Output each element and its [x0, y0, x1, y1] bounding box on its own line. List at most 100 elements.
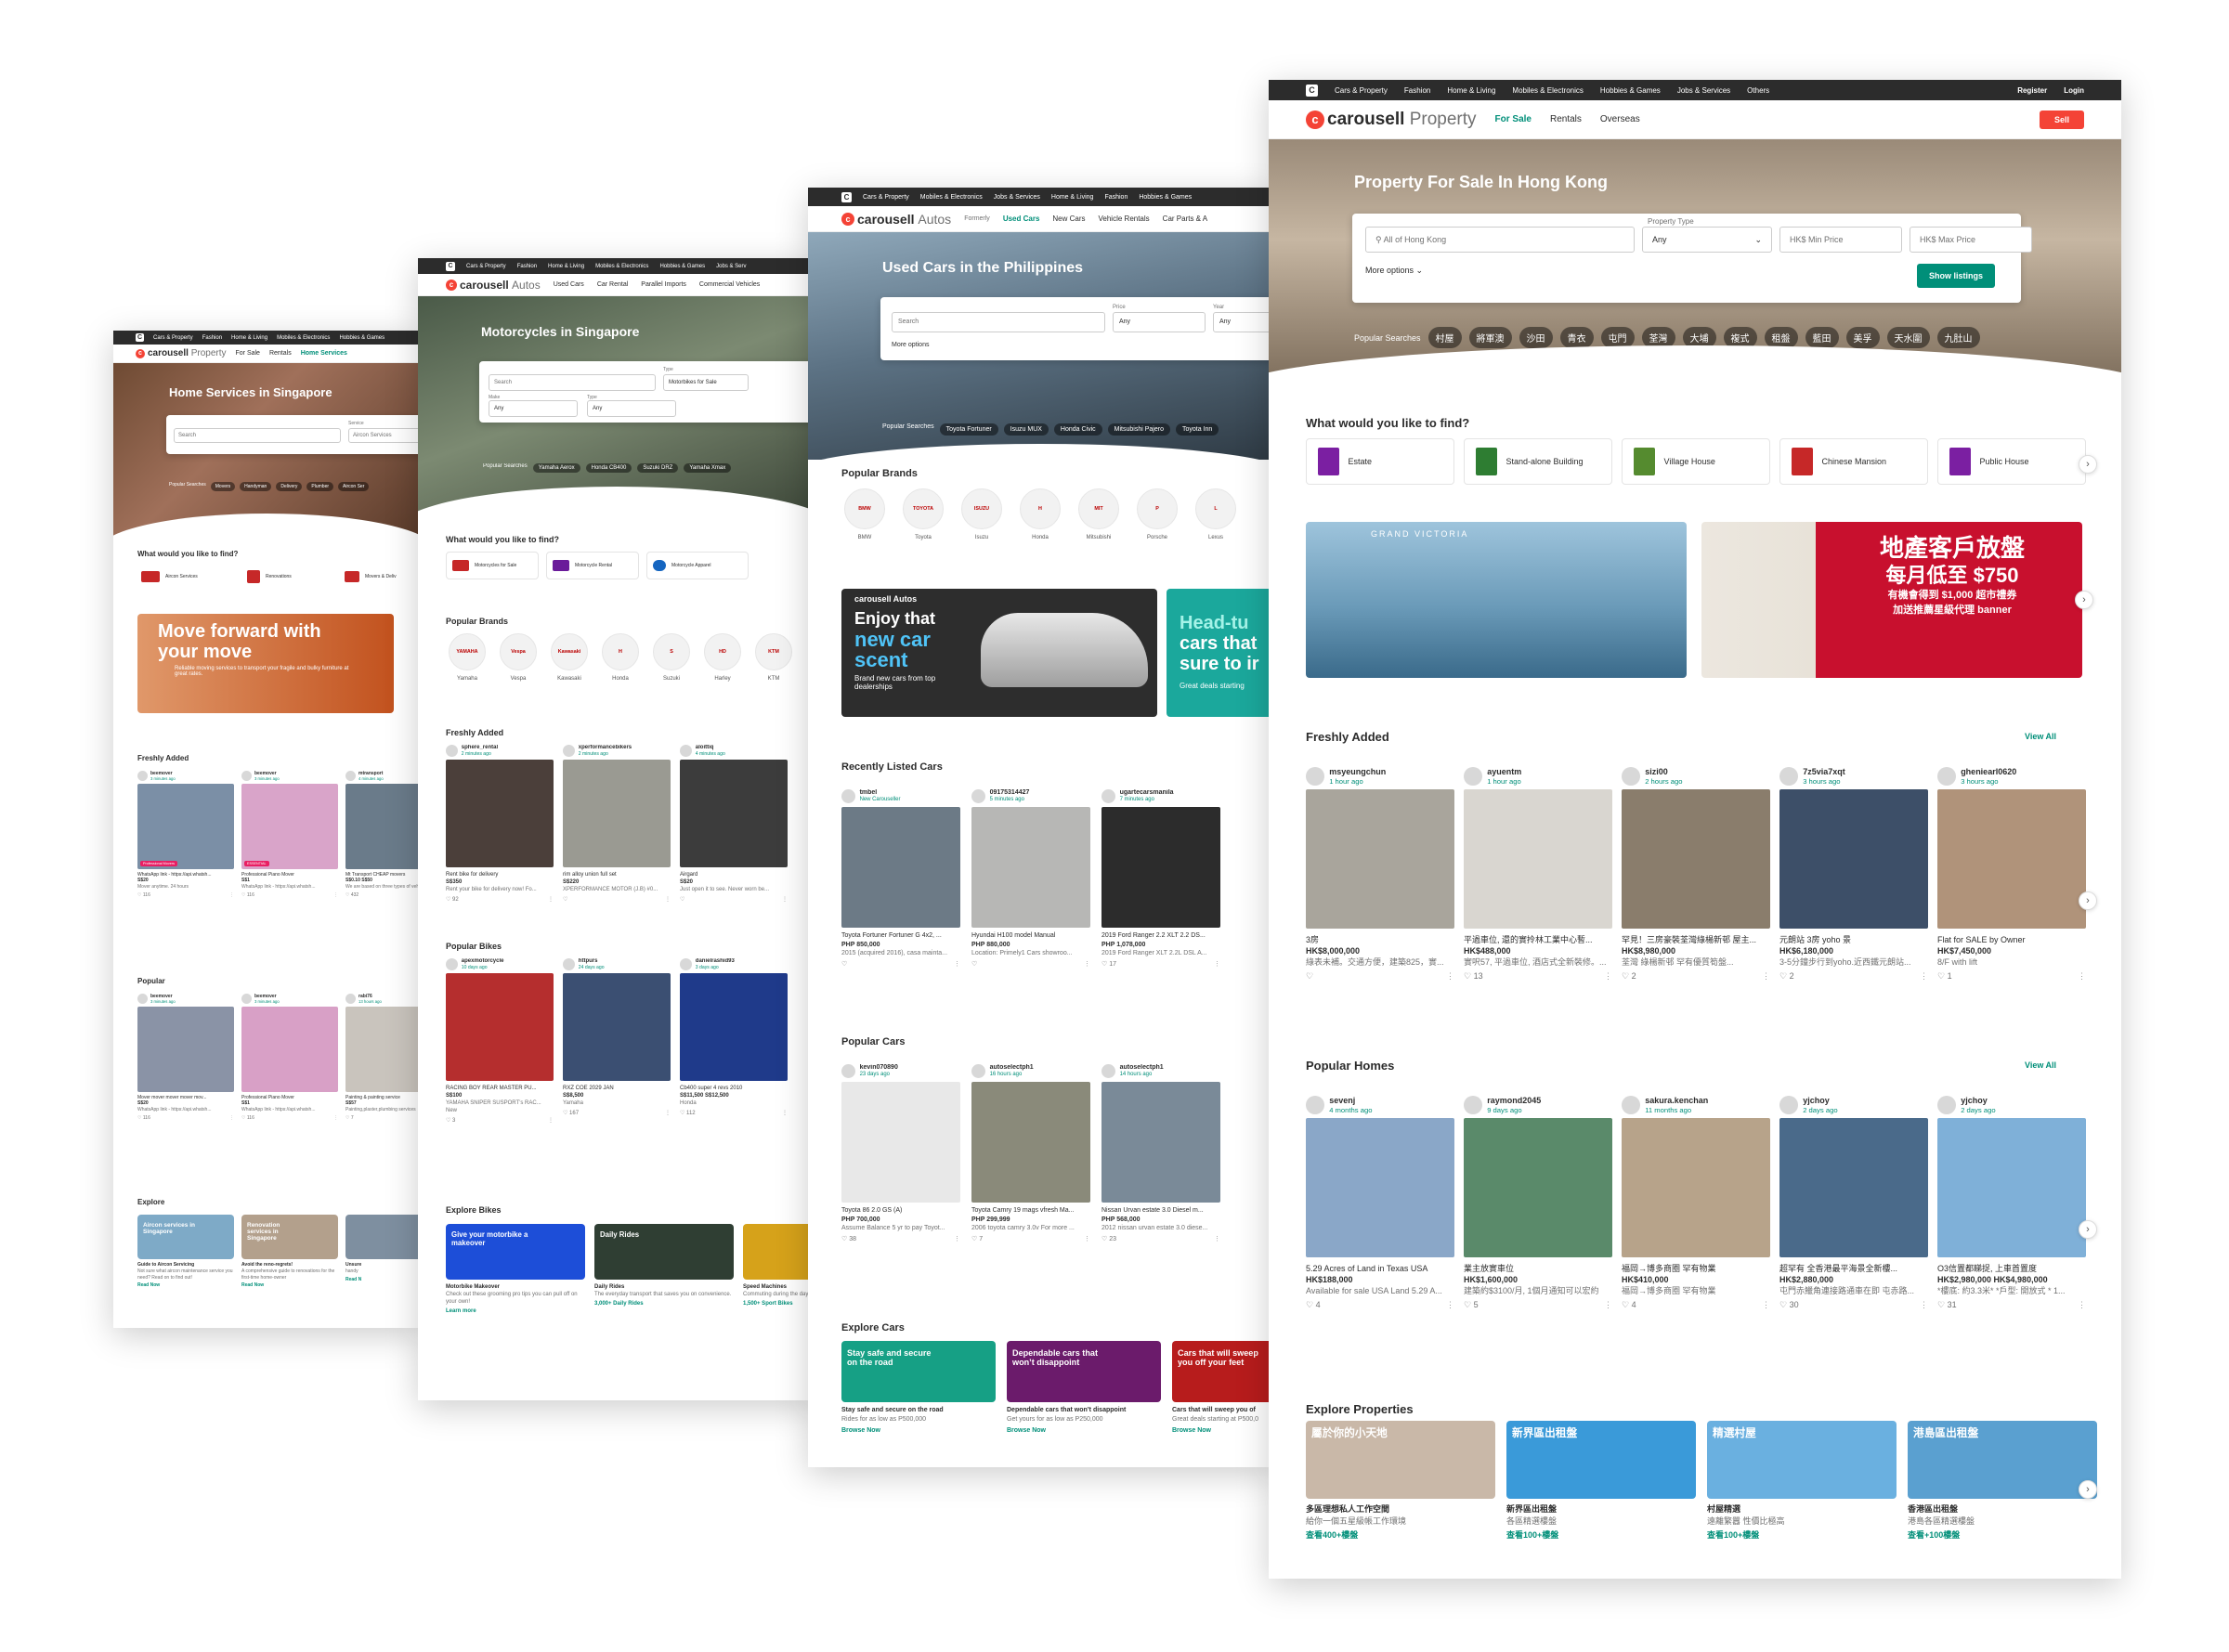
- listing-card[interactable]: 09175314427 5 minutes ago Hyundai H100 mod…: [971, 789, 1090, 1003]
- topnav-item[interactable]: Jobs & Serv: [716, 264, 746, 269]
- topnav-item[interactable]: Others: [1747, 86, 1769, 95]
- chevron-right-icon[interactable]: ›: [2079, 1480, 2097, 1499]
- brand-item[interactable]: Kawasaki Kawasaki: [546, 633, 593, 682]
- view-all-link[interactable]: View All: [2025, 1060, 2056, 1070]
- topnav-item[interactable]: Fashion: [517, 264, 537, 269]
- min-price-input[interactable]: HK$ Min Price: [1779, 227, 1902, 253]
- popular-chip[interactable]: 藍田: [1805, 327, 1839, 348]
- avatar[interactable]: [1464, 1096, 1482, 1114]
- popular-chip[interactable]: Yamaha Aerox: [532, 463, 580, 473]
- avatar[interactable]: [446, 958, 459, 971]
- explore-card[interactable]: Speed Machines Commuting during the days …: [743, 1224, 815, 1307]
- more-options-icon[interactable]: ⋮: [548, 896, 554, 903]
- popular-chip[interactable]: 天水圍: [1886, 327, 1930, 348]
- topnav-item[interactable]: Cars & Property: [863, 194, 909, 201]
- category-card[interactable]: Village House: [1622, 438, 1770, 485]
- category-card[interactable]: Stand-alone Building: [1464, 438, 1612, 485]
- more-options-icon[interactable]: ⋮: [1762, 1300, 1770, 1310]
- more-options-icon[interactable]: ⋮: [333, 892, 338, 898]
- listing-image[interactable]: [1937, 789, 2086, 930]
- avatar[interactable]: [345, 994, 356, 1005]
- listing-card[interactable]: beemover 3 minutes ago Mover mover mover m…: [137, 994, 234, 1151]
- chevron-right-icon[interactable]: ›: [2079, 1220, 2097, 1239]
- more-options[interactable]: More options: [892, 342, 929, 348]
- more-options-icon[interactable]: ⋮: [1604, 971, 1612, 982]
- explore-card[interactable]: 新界區出租盤 新界區出租盤 各區精選樓盤 查看100+樓盤: [1506, 1421, 1696, 1541]
- carousell-logo-icon[interactable]: C: [1306, 84, 1318, 97]
- like-button[interactable]: ♡ 7: [971, 1235, 983, 1242]
- listing-card[interactable]: sakura.kenchan 11 months ago 福岡→博多商圈 罕有物業 H…: [1622, 1096, 1770, 1346]
- register-link[interactable]: Register: [2017, 86, 2047, 95]
- more-options-icon[interactable]: ⋮: [1920, 971, 1928, 982]
- brand-item[interactable]: BMW BMW: [840, 488, 890, 540]
- category-movers[interactable]: Movers & Deliv: [341, 565, 420, 589]
- more-options-icon[interactable]: ⋮: [954, 960, 960, 968]
- listing-card[interactable]: yjchoy 2 days ago 超罕有 全香港最平海景全新樓... HK$2,88…: [1779, 1096, 1928, 1346]
- more-options-icon[interactable]: ⋮: [1446, 1300, 1454, 1310]
- category-motorcycle-apparel[interactable]: Motorcycle Apparel: [646, 552, 749, 579]
- more-options-icon[interactable]: ⋮: [1084, 960, 1090, 968]
- banner-grand-victoria[interactable]: GRAND VICTORIA: [1306, 522, 1687, 678]
- like-button[interactable]: ♡ 116: [137, 892, 150, 898]
- listing-image[interactable]: [1937, 1118, 2086, 1258]
- brand-item[interactable]: L Lexus: [1191, 488, 1241, 540]
- topnav-item[interactable]: Mobiles & Electronics: [595, 264, 648, 269]
- brand-item[interactable]: TOYOTA Toyota: [898, 488, 948, 540]
- listing-image[interactable]: [841, 807, 960, 929]
- listing-card[interactable]: rabi76 13 hours ago Painting & painting se…: [345, 994, 420, 1151]
- listing-image[interactable]: [345, 783, 420, 869]
- search-input[interactable]: Search: [174, 428, 341, 443]
- popular-chip[interactable]: Yamaha Xmax: [684, 463, 732, 473]
- topnav-item[interactable]: Cars & Property: [153, 335, 193, 341]
- more-options-icon[interactable]: ⋮: [2078, 971, 2086, 982]
- seller-name[interactable]: sakura.kenchan: [1645, 1096, 1708, 1106]
- tab-overseas[interactable]: Overseas: [1600, 114, 1640, 124]
- topnav-item[interactable]: Mobiles & Electronics: [1512, 86, 1583, 95]
- tab-commercial-vehicles[interactable]: Commercial Vehicles: [699, 281, 760, 288]
- more-options-icon[interactable]: ⋮: [782, 896, 788, 903]
- explore-card[interactable]: Cars that will sweep you off your feet Ca…: [1172, 1341, 1272, 1435]
- explore-card[interactable]: 屬於你的小天地 多區理想私人工作空間 給你一個五星級帳工作環境 查看400+樓盤: [1306, 1421, 1495, 1541]
- like-button[interactable]: ♡ 116: [137, 1115, 150, 1121]
- like-button[interactable]: ♡ 7: [345, 1115, 354, 1121]
- like-button[interactable]: ♡ 4: [1622, 1300, 1636, 1310]
- listing-card[interactable]: autoselectph1 14 hours ago Nissan Urvan es…: [1101, 1064, 1220, 1278]
- carousell-logo-icon[interactable]: C: [446, 261, 455, 271]
- explore-card[interactable]: Unsure handy Read N: [345, 1215, 420, 1282]
- listing-card[interactable]: sphere_rental 2 minutes ago Rent bike for …: [446, 745, 554, 921]
- avatar[interactable]: [971, 789, 986, 804]
- popular-chip[interactable]: Honda CB400: [585, 463, 632, 473]
- brand-item[interactable]: HD Harley: [699, 633, 746, 682]
- topnav-item[interactable]: Hobbies & Games: [1139, 194, 1192, 201]
- explore-link[interactable]: 查看400+樓盤: [1306, 1529, 1495, 1541]
- tab-new-cars[interactable]: New Cars: [1052, 215, 1085, 223]
- like-button[interactable]: ♡: [563, 896, 567, 903]
- category-card[interactable]: Estate: [1306, 438, 1454, 485]
- listing-image[interactable]: [1464, 1118, 1612, 1258]
- type2-select[interactable]: Any: [587, 400, 676, 417]
- avatar[interactable]: [1306, 767, 1324, 786]
- topnav-item[interactable]: Mobiles & Electronics: [277, 335, 330, 341]
- seller-name[interactable]: sphere_rental: [462, 745, 498, 751]
- listing-card[interactable]: autoselectph1 16 hours ago Toyota Camry 19…: [971, 1064, 1090, 1278]
- like-button[interactable]: ♡ 2: [1622, 971, 1636, 982]
- listing-card[interactable]: sizi00 2 hours ago 罕見！三房豪裝荃灣綠楊新邨 屋主... HK$8…: [1622, 767, 1770, 1018]
- max-price-input[interactable]: HK$ Max Price: [1910, 227, 2032, 253]
- category-card[interactable]: Public House: [1937, 438, 2086, 485]
- explore-link[interactable]: Browse Now: [1007, 1426, 1161, 1435]
- service-select[interactable]: Aircon Services: [348, 428, 420, 443]
- topnav-item[interactable]: Cars & Property: [1335, 86, 1388, 95]
- more-options-icon[interactable]: ⋮: [954, 1235, 960, 1242]
- brand-item[interactable]: P Porsche: [1132, 488, 1182, 540]
- listing-image[interactable]: [345, 1006, 420, 1092]
- tab-used-cars[interactable]: Used Cars: [1003, 215, 1040, 223]
- explore-card[interactable]: Dependable cars that won’t disappoint Dep…: [1007, 1341, 1161, 1435]
- explore-link[interactable]: Learn more: [446, 1307, 585, 1315]
- show-listings-button[interactable]: Show listings: [1917, 264, 1995, 288]
- avatar[interactable]: [1622, 1096, 1640, 1114]
- avatar[interactable]: [137, 771, 148, 782]
- explore-link[interactable]: Browse Now: [1172, 1426, 1272, 1435]
- chevron-right-icon[interactable]: ›: [2079, 455, 2097, 474]
- banner-agent-listing[interactable]: 地產客戶放盤 每月低至 $750 有機會得到 $1,000 超市禮券 加送推薦星…: [1701, 522, 2082, 678]
- more-options-icon[interactable]: ⋮: [1214, 960, 1220, 968]
